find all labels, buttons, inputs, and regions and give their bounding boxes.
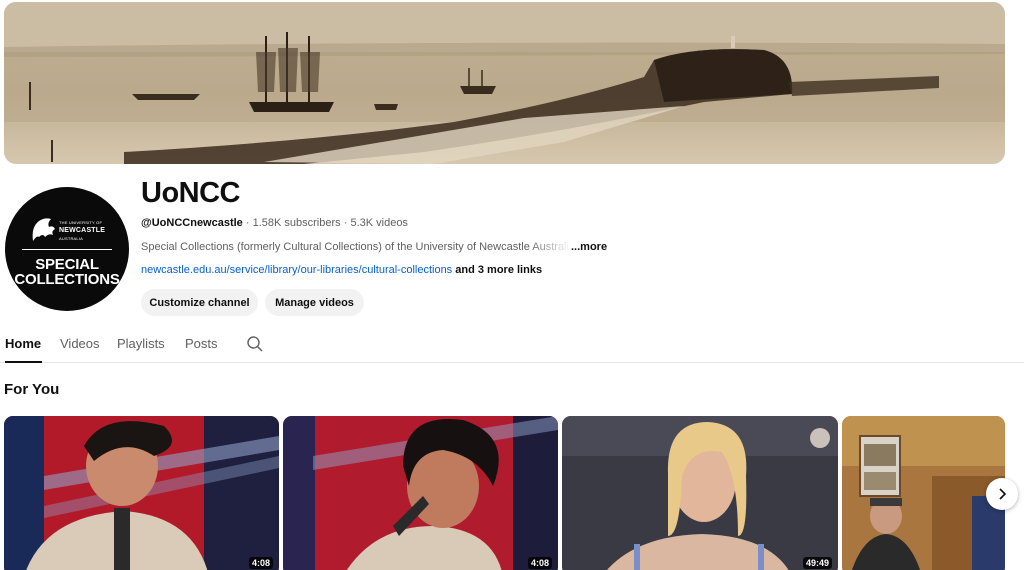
channel-handle: @UoNCCnewcastle (141, 217, 243, 229)
video-thumbnail-4[interactable] (842, 416, 1005, 570)
manage-videos-button[interactable]: Manage videos (265, 289, 364, 316)
chevron-right-icon (999, 488, 1007, 500)
channel-banner (4, 2, 1005, 164)
university-wordmark: THE UNIVERSITY OF NEWCASTLE AUSTRALIA (59, 220, 106, 241)
video-thumbnail-image (842, 416, 1005, 570)
more-links-button[interactable]: and 3 more links (455, 264, 542, 276)
video-thumbnail-2[interactable]: 4:08 (283, 416, 558, 570)
video-thumbnail-1[interactable]: 4:08 (4, 416, 279, 570)
channel-links: newcastle.edu.au/service/library/our-lib… (141, 264, 542, 276)
active-tab-indicator (5, 361, 42, 363)
video-thumbnail-image (283, 416, 558, 570)
tab-videos[interactable]: Videos (60, 336, 100, 351)
meta-separator: · (343, 217, 348, 229)
video-count: 5.3K videos (350, 217, 408, 229)
tab-posts[interactable]: Posts (185, 336, 218, 351)
video-thumbnail-image (4, 416, 279, 570)
channel-title: UoNCC (141, 177, 241, 209)
video-duration: 49:49 (802, 557, 832, 569)
channel-tabs: Home Videos Playlists Posts (0, 330, 1024, 363)
tab-playlists[interactable]: Playlists (117, 336, 165, 351)
channel-avatar[interactable]: THE UNIVERSITY OF NEWCASTLE AUSTRALIA SP… (5, 187, 129, 311)
channel-meta: @UoNCCnewcastle · 1.58K subscribers · 5.… (141, 217, 408, 229)
video-thumbnail-image (562, 416, 838, 570)
description-more-link[interactable]: ...more (571, 241, 607, 253)
special-collections-wordmark: SPECIAL COLLECTIONS (14, 256, 120, 288)
video-duration: 4:08 (527, 557, 552, 569)
avatar-divider (22, 249, 112, 250)
tab-home[interactable]: Home (5, 336, 41, 351)
customize-channel-button[interactable]: Customize channel (141, 289, 258, 316)
description-text: Special Collections (formerly Cultural C… (141, 241, 571, 253)
carousel-next-button[interactable] (986, 478, 1018, 510)
video-thumbnail-3[interactable]: 49:49 (562, 416, 838, 570)
section-title: For You (4, 381, 60, 398)
channel-website-link[interactable]: newcastle.edu.au/service/library/our-lib… (141, 264, 452, 276)
search-icon[interactable] (246, 335, 264, 353)
meta-separator: · (245, 217, 250, 229)
video-duration: 4:08 (248, 557, 273, 569)
banner-image (4, 2, 1005, 164)
channel-description[interactable]: Special Collections (formerly Cultural C… (141, 241, 611, 253)
subscriber-count: 1.58K subscribers (252, 217, 341, 229)
